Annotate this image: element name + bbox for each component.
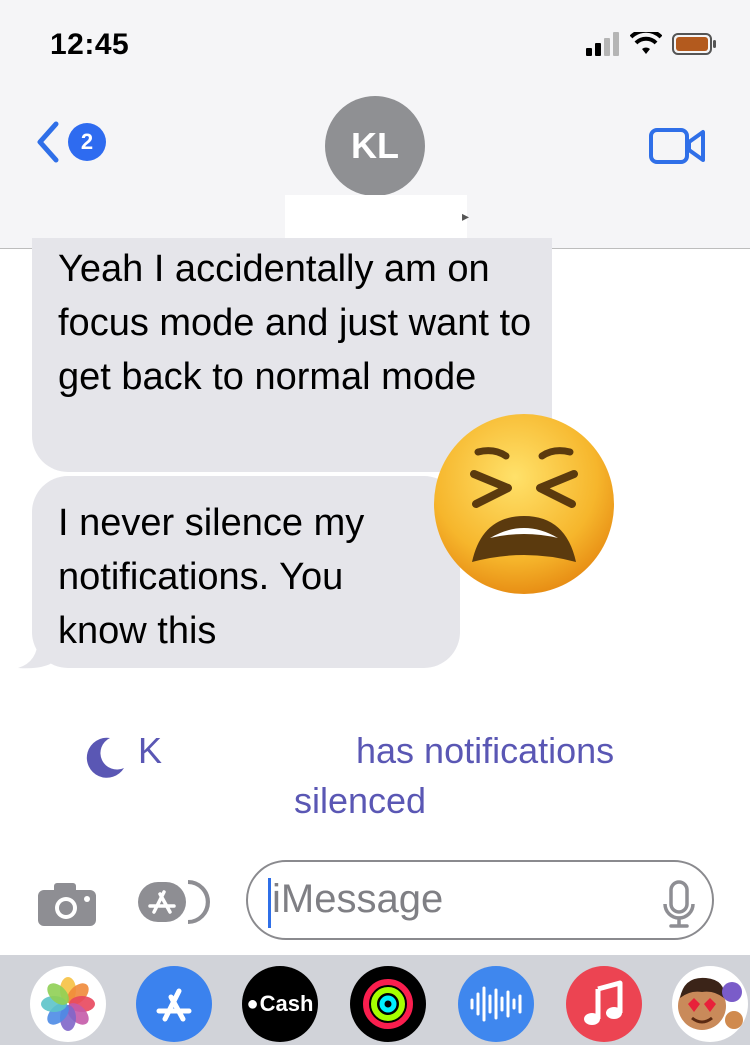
status-icons xyxy=(586,32,718,56)
wifi-icon xyxy=(630,32,662,54)
contact-name-redacted[interactable] xyxy=(285,195,467,240)
message-text: Yeah I accidentally am on focus mode and… xyxy=(58,248,532,398)
waveform-icon xyxy=(470,986,522,1022)
memoji-app-button[interactable] xyxy=(672,966,748,1042)
apps-button[interactable] xyxy=(136,878,216,931)
apple-logo-icon: ● xyxy=(246,992,259,1015)
photos-app-button[interactable] xyxy=(30,966,106,1042)
battery-icon xyxy=(672,33,716,55)
memoji-icon xyxy=(678,977,743,1030)
apple-cash-app-button[interactable]: ● Cash xyxy=(242,966,318,1042)
focus-contact-name: K xyxy=(138,730,163,771)
camera-icon xyxy=(38,883,96,926)
unread-badge: 2 xyxy=(68,123,106,161)
chevron-right-icon: ▸ xyxy=(462,208,470,224)
camera-button[interactable] xyxy=(36,880,98,933)
focus-notice-text: has notifications xyxy=(356,730,615,771)
tired-face-emoji xyxy=(434,414,614,594)
text-caret xyxy=(268,878,271,928)
music-note-icon xyxy=(584,980,623,1025)
focus-notice-text-2: silenced xyxy=(294,780,427,821)
fitness-app-button[interactable] xyxy=(350,966,426,1042)
bubble-tail xyxy=(18,638,58,669)
message-placeholder: iMessage xyxy=(272,877,444,921)
contact-avatar[interactable]: KL xyxy=(325,96,425,196)
cash-label: Cash xyxy=(259,991,314,1016)
status-time: 12:45 xyxy=(50,28,130,61)
moon-icon xyxy=(86,737,124,778)
back-chevron-icon xyxy=(37,121,59,163)
music-app-button[interactable] xyxy=(566,966,642,1042)
photos-icon xyxy=(41,977,95,1031)
back-button[interactable]: 2 xyxy=(36,120,106,164)
facetime-video-icon xyxy=(649,128,705,164)
audio-message-app-button[interactable] xyxy=(458,966,534,1042)
app-store-app-button[interactable] xyxy=(136,966,212,1042)
message-bubble[interactable]: I never silence my notifications. You kn… xyxy=(32,476,460,668)
app-store-icon xyxy=(138,880,210,924)
dictation-button[interactable] xyxy=(662,880,696,935)
signal-icon xyxy=(586,32,619,56)
app-store-icon xyxy=(156,988,192,1022)
microphone-icon xyxy=(663,880,695,928)
activity-rings-icon xyxy=(363,979,413,1029)
facetime-video-button[interactable] xyxy=(648,127,706,170)
message-text: I never silence my notifications. You kn… xyxy=(58,502,365,652)
